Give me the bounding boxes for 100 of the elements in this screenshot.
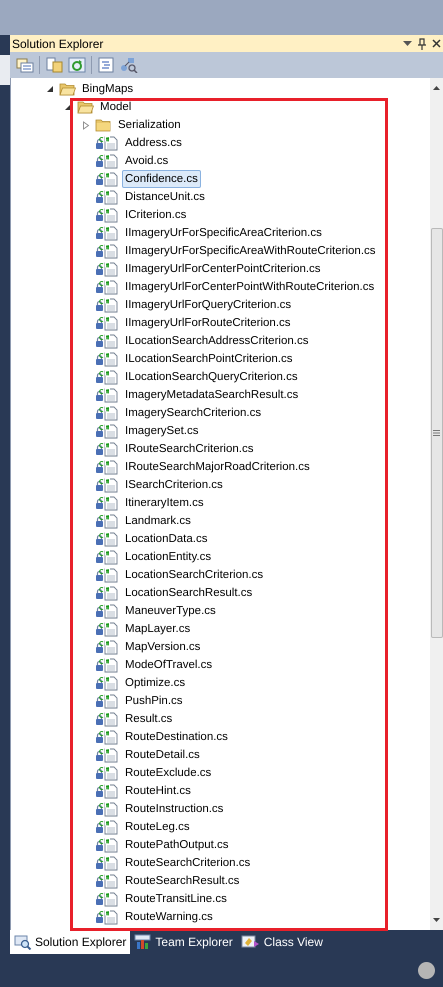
collapsed-arrow-icon[interactable] (82, 120, 90, 130)
panel-tab[interactable]: Solution Explorer (10, 930, 130, 954)
locked-csharp-file-icon (95, 225, 119, 241)
tree-item[interactable]: PushPin.cs (122, 692, 186, 710)
code-view-icon[interactable] (97, 57, 115, 73)
class-diagram-icon[interactable] (120, 57, 138, 73)
tree-item[interactable]: RouteExclude.cs (122, 764, 214, 782)
locked-csharp-file-icon (95, 729, 119, 745)
tree-item[interactable]: LocationSearchResult.cs (122, 584, 256, 602)
tree-item[interactable]: ILocationSearchQueryCriterion.cs (122, 368, 301, 386)
tree-item[interactable]: RouteLeg.cs (122, 818, 193, 836)
pin-icon[interactable] (418, 38, 426, 50)
locked-csharp-file-icon (95, 315, 119, 331)
tree-item[interactable]: ManeuverType.cs (122, 602, 219, 620)
tree-item[interactable]: ISearchCriterion.cs (122, 476, 226, 494)
tree-item[interactable]: RouteDestination.cs (122, 728, 231, 746)
expanded-arrow-icon[interactable] (46, 85, 54, 93)
tree-item[interactable]: IRouteSearchCriterion.cs (122, 440, 256, 458)
locked-csharp-file-icon (95, 387, 119, 403)
locked-csharp-file-icon (95, 477, 119, 493)
panel-tab[interactable]: Team Explorer (130, 930, 237, 954)
tree-item[interactable]: MapLayer.cs (122, 620, 194, 638)
scroll-down-icon[interactable] (433, 918, 440, 922)
tree-item[interactable]: LocationSearchCriterion.cs (122, 566, 266, 584)
open-folder-icon (77, 100, 94, 114)
tree-item[interactable]: IImageryUrlForRouteCriterion.cs (122, 314, 294, 332)
properties-icon[interactable] (16, 57, 34, 73)
tree-item[interactable]: RouteSearchResult.cs (122, 872, 242, 890)
locked-csharp-file-icon (95, 207, 119, 223)
status-indicator-icon (418, 962, 435, 979)
tree-item[interactable]: LocationEntity.cs (122, 548, 214, 566)
locked-csharp-file-icon (95, 675, 119, 691)
bar-chart-icon (134, 934, 152, 950)
tree-item[interactable]: BingMaps (79, 80, 136, 98)
tree-item[interactable]: ItineraryItem.cs (122, 494, 207, 512)
tree-item[interactable]: ILocationSearchAddressCriterion.cs (122, 332, 312, 350)
locked-csharp-file-icon (95, 405, 119, 421)
copy-files-icon[interactable] (45, 57, 63, 73)
locked-csharp-file-icon (95, 513, 119, 529)
tree-item[interactable]: IImageryUrlForCenterPointWithRouteCriterion.cs (122, 278, 378, 296)
window-title: Solution Explorer (12, 36, 104, 52)
tree-item[interactable]: ImagerySearchCriterion.cs (122, 404, 264, 422)
tree-item[interactable]: LocationData.cs (122, 530, 210, 548)
tree-item[interactable]: RouteDetail.cs (122, 746, 203, 764)
tree-item[interactable]: Serialization (115, 116, 184, 134)
locked-csharp-file-icon (95, 891, 119, 907)
tree-item[interactable]: RouteInstruction.cs (122, 800, 226, 818)
vertical-scrollbar[interactable] (430, 78, 443, 930)
locked-csharp-file-icon (95, 261, 119, 277)
side-panel-edge (0, 55, 10, 85)
tree-item[interactable]: Landmark.cs (122, 512, 194, 530)
locked-csharp-file-icon (95, 297, 119, 313)
locked-csharp-file-icon (95, 279, 119, 295)
locked-csharp-file-icon (95, 441, 119, 457)
tree-item[interactable]: RouteWarning.cs (122, 908, 216, 926)
locked-csharp-file-icon (95, 333, 119, 349)
expanded-arrow-icon[interactable] (64, 103, 72, 111)
locked-csharp-file-icon (95, 747, 119, 763)
locked-csharp-file-icon (95, 423, 119, 439)
locked-csharp-file-icon (95, 171, 119, 187)
tree-item[interactable]: IImageryUrForSpecificAreaCriterion.cs (122, 224, 325, 242)
magnifier-window-icon (14, 934, 32, 950)
close-icon[interactable] (432, 39, 441, 48)
tree-item[interactable]: RouteHint.cs (122, 782, 194, 800)
tree-item[interactable]: RouteTransitLine.cs (122, 890, 230, 908)
tree-item[interactable]: ModeOfTravel.cs (122, 656, 216, 674)
tree-item[interactable]: Avoid.cs (122, 152, 172, 170)
tree-item[interactable]: ILocationSearchPointCriterion.cs (122, 350, 296, 368)
locked-csharp-file-icon (95, 657, 119, 673)
refresh-icon[interactable] (68, 57, 86, 73)
scroll-up-icon[interactable] (433, 86, 440, 90)
locked-csharp-file-icon (95, 909, 119, 925)
tree-item[interactable]: ImagerySet.cs (122, 422, 202, 440)
tree-item[interactable]: Result.cs (122, 710, 176, 728)
dropdown-icon[interactable] (403, 40, 412, 46)
locked-csharp-file-icon (95, 765, 119, 781)
locked-csharp-file-icon (95, 873, 119, 889)
tree-item[interactable]: Optimize.cs (122, 674, 188, 692)
locked-csharp-file-icon (95, 801, 119, 817)
panel-tab[interactable]: Class View (236, 930, 327, 954)
locked-csharp-file-icon (95, 855, 119, 871)
locked-csharp-file-icon (95, 603, 119, 619)
tree-item[interactable]: Address.cs (122, 134, 185, 152)
tree-item[interactable]: RouteSearchCriterion.cs (122, 854, 254, 872)
tree-item[interactable]: IImageryUrForSpecificAreaWithRouteCriterion.cs (122, 242, 379, 260)
tree-item[interactable]: RoutePathOutput.cs (122, 836, 232, 854)
locked-csharp-file-icon (95, 783, 119, 799)
locked-csharp-file-icon (95, 369, 119, 385)
locked-csharp-file-icon (95, 621, 119, 637)
tree-item[interactable]: DistanceUnit.cs (122, 188, 208, 206)
tree-item[interactable]: MapVersion.cs (122, 638, 204, 656)
tree-item[interactable]: IRouteSearchMajorRoadCriterion.cs (122, 458, 313, 476)
tree-item[interactable]: IImageryUrlForCenterPointCriterion.cs (122, 260, 324, 278)
tree-item[interactable]: ImageryMetadataSearchResult.cs (122, 386, 302, 404)
tree-item[interactable]: ICriterion.cs (122, 206, 190, 224)
locked-csharp-file-icon (95, 549, 119, 565)
tree-item[interactable]: Model (97, 98, 134, 116)
tree-item[interactable]: IImageryUrlForQueryCriterion.cs (122, 296, 294, 314)
locked-csharp-file-icon (95, 135, 119, 151)
tree-item[interactable]: Confidence.cs (122, 170, 201, 188)
